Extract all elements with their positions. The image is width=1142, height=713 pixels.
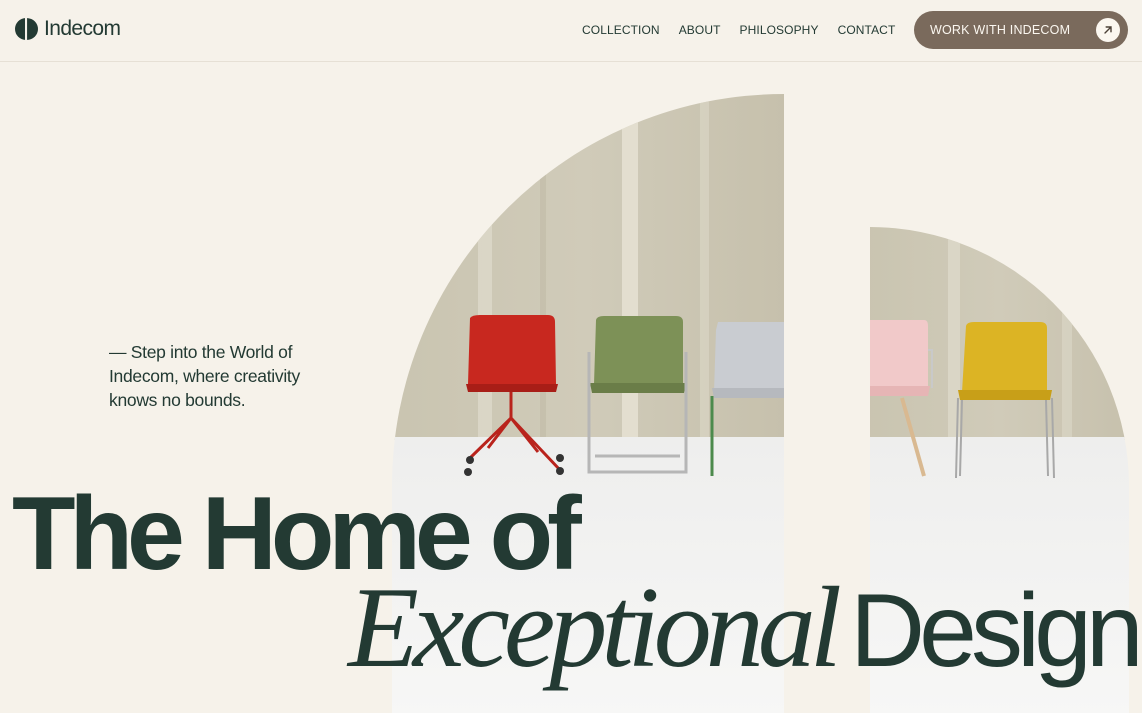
nav-about[interactable]: ABOUT <box>679 23 721 37</box>
hero-headline-line2: Exceptional Design <box>348 570 1142 713</box>
nav-philosophy[interactable]: PHILOSOPHY <box>740 23 819 37</box>
brand-logo[interactable]: Indecom <box>14 17 121 41</box>
headline-italic-word: Exceptional <box>348 564 842 692</box>
nav-collection[interactable]: COLLECTION <box>582 23 660 37</box>
brand-name: Indecom <box>44 17 121 40</box>
nav-contact[interactable]: CONTACT <box>838 23 896 37</box>
arrow-up-right-icon <box>1096 18 1120 42</box>
headline-design-word: Design <box>850 573 1142 689</box>
work-with-button[interactable]: WORK WITH INDECOM <box>914 11 1128 49</box>
main-nav: COLLECTION ABOUT PHILOSOPHY CONTACT <box>582 23 895 37</box>
hero-tagline: — Step into the World of Indecom, where … <box>109 342 300 410</box>
logo-mark-icon <box>15 17 38 41</box>
site-header: Indecom COLLECTION ABOUT PHILOSOPHY CONT… <box>0 0 1142 62</box>
work-with-label: WORK WITH INDECOM <box>930 23 1071 37</box>
